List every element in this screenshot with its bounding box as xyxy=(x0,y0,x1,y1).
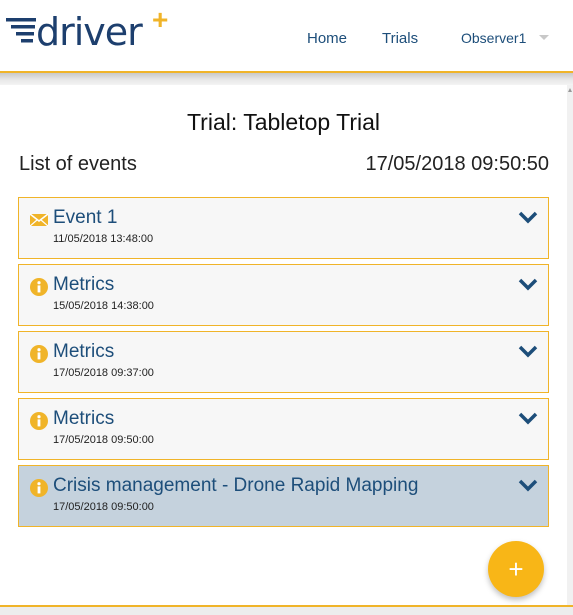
user-menu-dropdown[interactable]: Observer1 xyxy=(461,30,526,46)
info-icon xyxy=(30,479,48,497)
vertical-scrollbar[interactable] xyxy=(567,85,573,605)
info-icon xyxy=(30,345,48,363)
logo-plus: + xyxy=(152,4,169,35)
chevron-down-icon[interactable] xyxy=(518,478,538,492)
event-item[interactable]: Metrics 15/05/2018 14:38:00 xyxy=(18,264,549,326)
event-title: Event 1 xyxy=(53,207,118,228)
logo-text: driver xyxy=(36,10,143,54)
app-header: driver + Home Trials Observer1 xyxy=(0,0,573,72)
header-divider xyxy=(0,71,573,85)
event-item-selected[interactable]: Crisis management - Drone Rapid Mapping … xyxy=(18,465,549,527)
event-title: Metrics xyxy=(53,274,115,295)
envelope-icon xyxy=(30,213,48,227)
chevron-down-icon[interactable] xyxy=(518,411,538,425)
chevron-down-icon[interactable] xyxy=(518,344,538,358)
event-date: 17/05/2018 09:50:00 xyxy=(53,501,154,513)
footer-bar xyxy=(0,605,573,615)
event-title: Metrics xyxy=(53,408,115,429)
logo-speed-lines-icon xyxy=(6,18,36,43)
chevron-down-icon[interactable] xyxy=(518,277,538,291)
event-date: 11/05/2018 13:48:00 xyxy=(53,233,154,245)
event-title: Crisis management - Drone Rapid Mapping xyxy=(53,475,419,496)
event-date: 17/05/2018 09:37:00 xyxy=(53,367,154,379)
info-icon xyxy=(30,278,48,296)
driver-logo[interactable]: driver + xyxy=(6,6,176,56)
current-time: 17/05/2018 09:50:50 xyxy=(365,153,549,175)
scroll-up-arrow-icon[interactable] xyxy=(568,88,572,92)
info-icon xyxy=(30,412,48,430)
nav-home-link[interactable]: Home xyxy=(307,30,347,47)
event-item[interactable]: Metrics 17/05/2018 09:37:00 xyxy=(18,331,549,393)
list-title: List of events xyxy=(19,153,137,175)
event-date: 17/05/2018 09:50:00 xyxy=(53,434,154,446)
event-title: Metrics xyxy=(53,341,115,362)
chevron-down-icon[interactable] xyxy=(518,210,538,224)
event-item[interactable]: Event 1 11/05/2018 13:48:00 xyxy=(18,197,549,259)
caret-down-icon[interactable] xyxy=(539,35,549,40)
add-event-button[interactable]: + xyxy=(488,541,544,597)
main-content: Trial: Tabletop Trial List of events 17/… xyxy=(0,85,567,605)
page-title: Trial: Tabletop Trial xyxy=(186,109,381,135)
event-item[interactable]: Metrics 17/05/2018 09:50:00 xyxy=(18,398,549,460)
nav-trials-link[interactable]: Trials xyxy=(382,30,418,47)
event-date: 15/05/2018 14:38:00 xyxy=(53,300,154,312)
